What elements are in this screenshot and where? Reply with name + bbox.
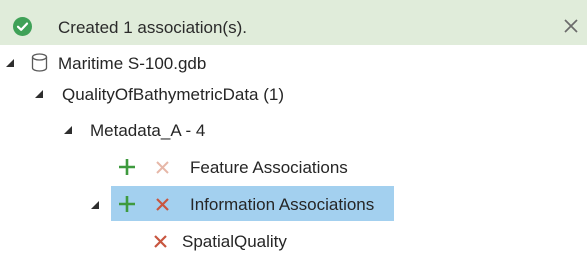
close-icon[interactable] [563, 18, 579, 34]
expand-triangle-icon[interactable] [64, 126, 72, 134]
add-association-plus-icon[interactable] [118, 158, 136, 176]
banner-message: Created 1 association(s). [58, 18, 247, 37]
expand-triangle-icon[interactable] [91, 201, 99, 209]
tree-label-feature: Metadata_A - 4 [90, 121, 206, 140]
remove-association-x-icon[interactable] [155, 197, 170, 212]
expand-triangle-icon[interactable] [35, 90, 43, 98]
tree-label-information-associations: Information Associations [190, 195, 375, 214]
check-circle-icon [13, 17, 32, 36]
tree-label-spatial-quality: SpatialQuality [182, 232, 287, 251]
tree-label-feature-class: QualityOfBathymetricData (1) [62, 85, 285, 104]
database-icon [31, 53, 48, 77]
remove-association-x-icon [155, 160, 170, 175]
tree-label-feature-associations: Feature Associations [190, 158, 348, 177]
notification-banner: Created 1 association(s). [0, 0, 587, 45]
add-association-plus-icon[interactable] [118, 195, 136, 213]
tree-label-database: Maritime S-100.gdb [58, 54, 207, 73]
expand-triangle-icon[interactable] [6, 59, 14, 67]
remove-association-x-icon[interactable] [153, 234, 168, 249]
